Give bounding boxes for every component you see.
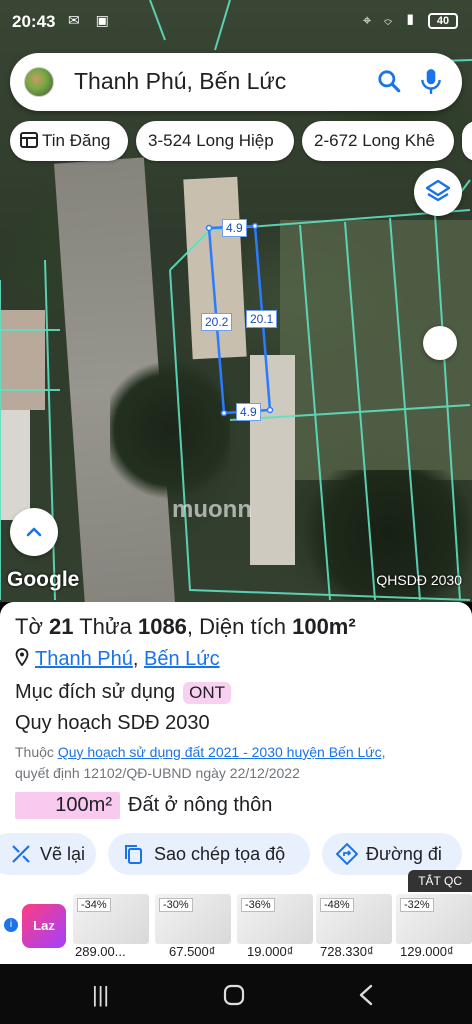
product-price: 289.00...	[75, 944, 126, 959]
action-buttons: Vẽ lại Sao chép tọa độ Đường đi	[0, 833, 472, 875]
plan-reference-link[interactable]: Quy hoạch sử dụng đất 2021 - 2030 huyện …	[58, 744, 386, 760]
product-price: 67.500₫	[169, 944, 216, 959]
chevron-up-icon	[26, 527, 42, 537]
copy-icon	[125, 845, 142, 864]
battery-icon: 40	[428, 13, 458, 29]
discount-badge: -34%	[77, 898, 111, 912]
directions-button[interactable]: Đường đi	[322, 833, 462, 875]
usage-type: Đất ở nông thôn	[128, 794, 273, 816]
parcel-title: Tờ 21 Thửa 1086, Diện tích 100m²	[15, 614, 356, 640]
product-price: 19.000₫	[247, 944, 294, 959]
chip-long-hiep[interactable]: 3-524 Long Hiệp	[136, 121, 294, 161]
product-price: 129.000₫	[400, 944, 454, 959]
home-icon[interactable]	[223, 984, 245, 1006]
copy-coordinates-label: Sao chép tọa độ	[154, 844, 286, 864]
search-bar[interactable]: Thanh Phú, Bến Lức	[10, 53, 462, 111]
newspaper-icon	[20, 132, 38, 148]
discount-badge: -36%	[241, 898, 275, 912]
plan-reference: Thuộc Quy hoạch sử dụng đất 2021 - 2030 …	[15, 742, 465, 784]
dimension-label-bottom: 4.9	[236, 403, 261, 421]
usage-area: 100m²	[15, 792, 120, 819]
location-thumbnail[interactable]	[24, 67, 54, 97]
directions-label: Đường đi	[366, 844, 442, 864]
back-icon[interactable]	[358, 984, 374, 1006]
map-layer-label: QHSDĐ 2030	[376, 572, 462, 588]
notification-icons: ✉ ▣	[68, 12, 115, 28]
system-icons: ⌖ ⌔ ▮	[362, 12, 420, 29]
title-prefix: Tờ	[15, 614, 43, 639]
purpose-code-badge: ONT	[183, 682, 232, 704]
microphone-icon[interactable]	[418, 67, 444, 95]
filter-chips: Tin Đăng 3-524 Long Hiệp 2-672 Long Khê	[10, 121, 472, 161]
lazada-logo[interactable]: Laz	[22, 904, 66, 948]
search-query[interactable]: Thanh Phú, Bến Lức	[74, 68, 286, 95]
parcel-location: Thanh Phú, Bến Lức	[15, 648, 220, 671]
system-navigation-bar: |||	[0, 964, 472, 1024]
discount-badge: -30%	[159, 898, 193, 912]
area-value: 100m²	[292, 614, 356, 639]
chip-tin-dang[interactable]: Tin Đăng	[10, 121, 128, 161]
parcel-info-panel: Tờ 21 Thửa 1086, Diện tích 100m² Thanh P…	[0, 602, 472, 964]
chip-long-khe[interactable]: 2-672 Long Khê	[302, 121, 454, 161]
drag-handle[interactable]	[423, 326, 457, 360]
layers-icon	[425, 179, 451, 202]
title-mid: Thửa	[79, 614, 132, 639]
redraw-button[interactable]: Vẽ lại	[0, 833, 96, 875]
plan-title: Quy hoạch SDĐ 2030	[15, 712, 210, 734]
map-view[interactable]: 4.9 4.9 20.2 20.1 muonn 20:43 ✉ ▣ ⌖ ⌔ ▮ …	[0, 0, 472, 602]
dimension-label-left: 20.2	[201, 313, 233, 331]
close-ad-button[interactable]: TẮT QC	[408, 870, 472, 892]
chip-label: 3-524 Long Hiệp	[148, 131, 274, 150]
land-purpose: Mục đích sử dụng ONT	[15, 681, 232, 704]
dimension-label-right: 20.1	[246, 310, 278, 328]
copy-coordinates-button[interactable]: Sao chép tọa độ	[108, 833, 310, 875]
ad-product[interactable]: -32% 129.000₫	[396, 892, 472, 964]
commune-link[interactable]: Thanh Phú	[35, 648, 133, 670]
recent-apps-icon[interactable]: |||	[92, 982, 109, 1008]
directions-icon	[336, 843, 358, 865]
expand-button[interactable]	[10, 508, 58, 556]
layers-button[interactable]	[414, 168, 462, 216]
ad-product[interactable]: -30% 67.500₫	[155, 892, 231, 964]
chip-label: 2-672 Long Khê	[314, 131, 435, 150]
area-label: , Diện tích	[186, 614, 286, 639]
ad-product[interactable]: -48% 728.330₫	[316, 892, 392, 964]
ref-prefix: Thuộc	[15, 744, 54, 760]
land-use-row: 100m² Đất ở nông thôn	[15, 792, 272, 819]
product-price: 728.330₫	[320, 944, 374, 959]
plot-number: 1086	[137, 614, 187, 639]
ad-info-icon[interactable]: i	[4, 918, 18, 932]
discount-badge: -32%	[400, 898, 434, 912]
ad-product[interactable]: -34% 289.00...	[73, 892, 149, 964]
sheet-number: 21	[49, 614, 74, 639]
dimension-label-top: 4.9	[222, 219, 247, 237]
redraw-label: Vẽ lại	[40, 844, 86, 864]
district-link[interactable]: Bến Lức	[144, 648, 220, 670]
watermark: muonn	[172, 496, 252, 523]
ad-banner[interactable]: TẮT QC i Laz -34% 289.00... -30% 67.500₫…	[0, 870, 472, 964]
ad-product[interactable]: -36% 19.000₫	[237, 892, 313, 964]
purpose-label: Mục đích sử dụng	[15, 681, 176, 703]
redraw-icon	[12, 845, 30, 863]
discount-badge: -48%	[320, 898, 354, 912]
chip-more[interactable]	[462, 121, 472, 161]
location-pin-icon	[15, 648, 29, 667]
ref-decision: quyết định 12102/QĐ-UBND ngày 22/12/2022	[15, 765, 300, 781]
search-icon[interactable]	[376, 68, 402, 94]
google-logo: Google	[7, 568, 80, 591]
status-bar: 20:43 ✉ ▣ ⌖ ⌔ ▮ 40	[0, 0, 472, 42]
chip-label: Tin Đăng	[42, 131, 111, 150]
status-time: 20:43	[12, 12, 56, 31]
